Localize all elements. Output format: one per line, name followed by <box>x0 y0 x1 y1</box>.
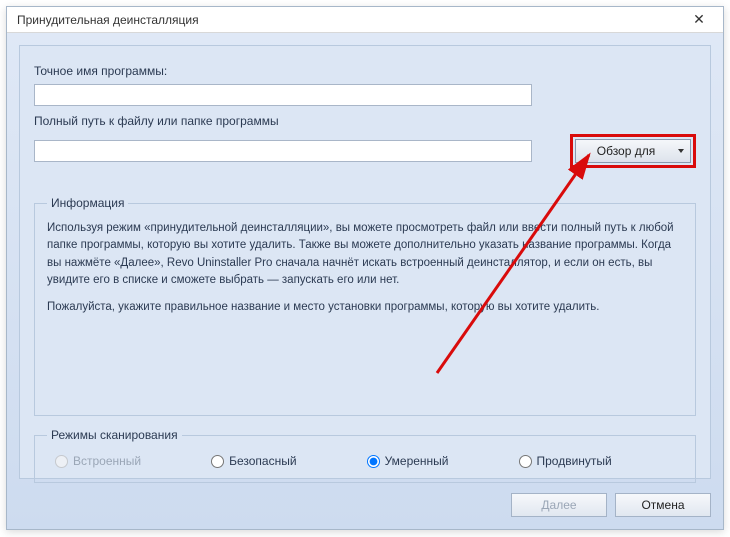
program-path-input[interactable] <box>34 140 532 162</box>
client-area: Точное имя программы: Полный путь к файл… <box>7 33 723 529</box>
next-button[interactable]: Далее <box>511 493 607 517</box>
program-name-label: Точное имя программы: <box>34 64 696 78</box>
scan-label-safe: Безопасный <box>229 454 296 468</box>
scan-mode-advanced[interactable]: Продвинутый <box>519 454 612 468</box>
scan-radio-safe[interactable] <box>211 455 224 468</box>
info-text-1: Используя режим «принудительной деинстал… <box>47 220 683 289</box>
scan-mode-builtin[interactable]: Встроенный <box>55 454 141 468</box>
main-panel: Точное имя программы: Полный путь к файл… <box>19 45 711 479</box>
browse-button[interactable]: Обзор для <box>575 139 691 163</box>
close-icon: ✕ <box>693 11 705 28</box>
scan-label-moderate: Умеренный <box>385 454 449 468</box>
info-legend: Информация <box>47 196 128 210</box>
info-text-2: Пожалуйста, укажите правильное название … <box>47 299 683 316</box>
titlebar: Принудительная деинсталляция ✕ <box>7 7 723 33</box>
scan-label-advanced: Продвинутый <box>537 454 612 468</box>
dialog-footer: Далее Отмена <box>511 493 711 517</box>
scan-modes-group: Режимы сканирования Встроенный Безопасны… <box>34 428 696 483</box>
dialog-window: Принудительная деинсталляция ✕ Точное им… <box>6 6 724 530</box>
scan-radio-row: Встроенный Безопасный Умеренный Продвину… <box>47 450 683 472</box>
path-row: Обзор для <box>34 134 696 168</box>
scan-label-builtin: Встроенный <box>73 454 141 468</box>
browse-button-label: Обзор для <box>597 144 656 158</box>
chevron-down-icon <box>678 149 684 153</box>
close-button[interactable]: ✕ <box>681 9 717 31</box>
program-path-label: Полный путь к файлу или папке программы <box>34 114 696 128</box>
scan-mode-moderate[interactable]: Умеренный <box>367 454 449 468</box>
scan-mode-safe[interactable]: Безопасный <box>211 454 296 468</box>
cancel-button[interactable]: Отмена <box>615 493 711 517</box>
program-name-input[interactable] <box>34 84 532 106</box>
window-title: Принудительная деинсталляция <box>17 13 681 27</box>
scan-legend: Режимы сканирования <box>47 428 182 442</box>
scan-radio-builtin[interactable] <box>55 455 68 468</box>
browse-highlight: Обзор для <box>570 134 696 168</box>
info-group: Информация Используя режим «принудительн… <box>34 196 696 416</box>
scan-radio-advanced[interactable] <box>519 455 532 468</box>
scan-radio-moderate[interactable] <box>367 455 380 468</box>
